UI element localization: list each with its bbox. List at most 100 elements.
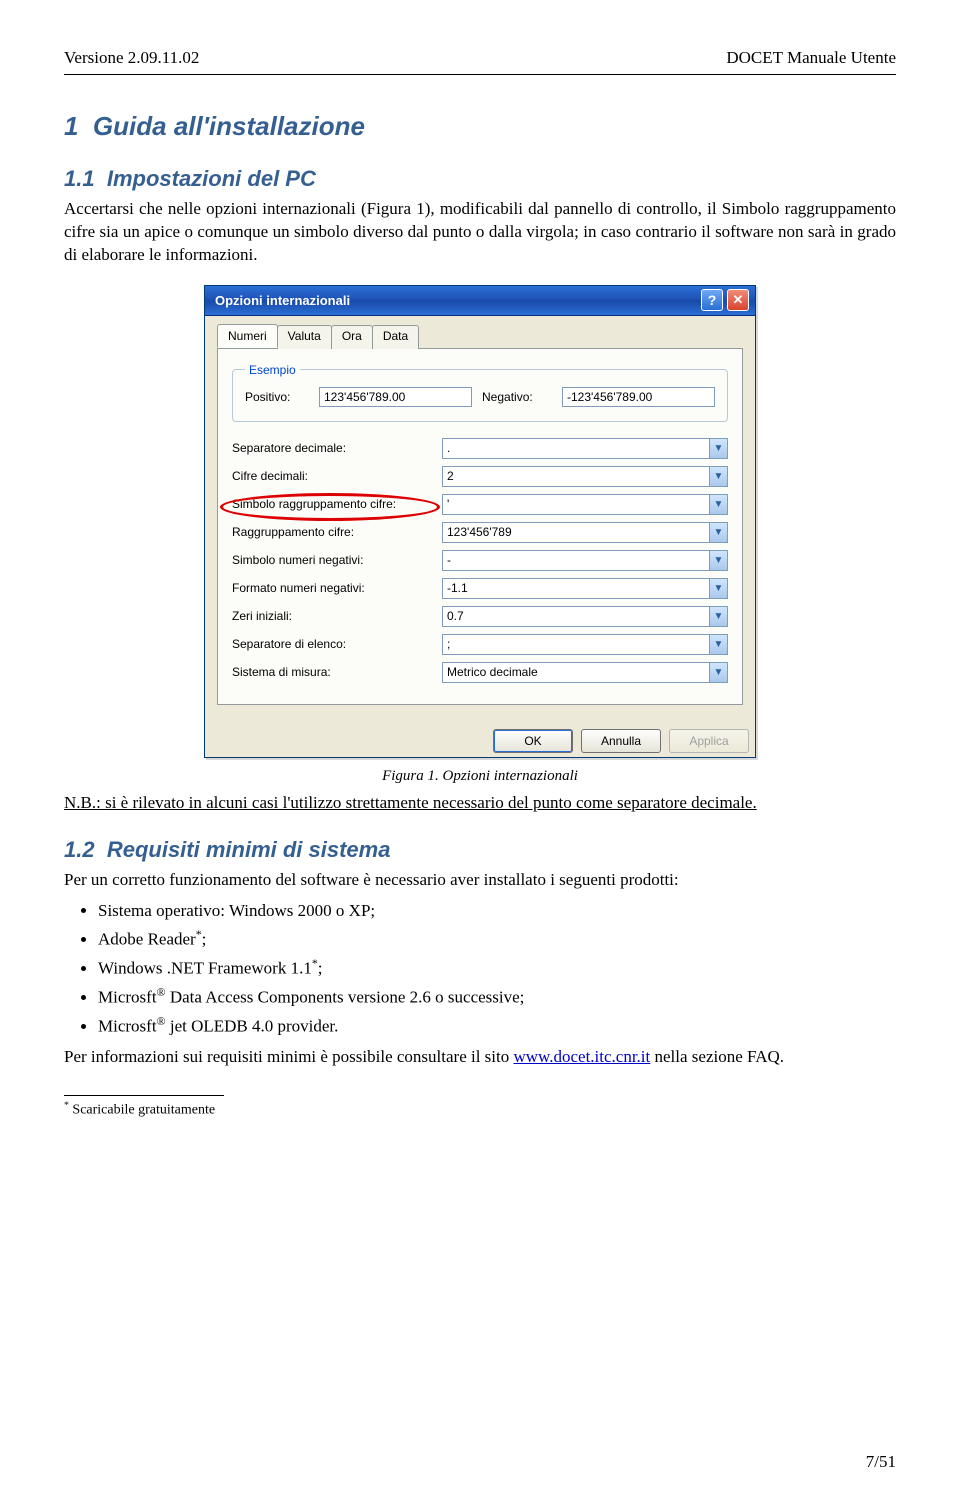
- cancel-button-label: Annulla: [601, 734, 641, 748]
- dialog-button-row: OK Annulla Applica: [205, 717, 755, 757]
- requirements-list: Sistema operativo: Windows 2000 o XP; Ad…: [98, 898, 896, 1040]
- section-1-1-title: Impostazioni del PC: [107, 166, 316, 191]
- row-label: Sistema di misura:: [232, 665, 432, 679]
- tab-numeri-label: Numeri: [228, 329, 267, 343]
- cancel-button[interactable]: Annulla: [581, 729, 661, 753]
- section-1-heading: 1 Guida all'installazione: [64, 111, 896, 142]
- combo-value: ': [443, 495, 709, 514]
- chevron-down-icon[interactable]: ▼: [709, 579, 727, 598]
- footnote-text: Scaricabile gratuitamente: [69, 1103, 215, 1118]
- req-4-reg: ®: [157, 985, 166, 999]
- req-4b: Data Access Components versione 2.6 o su…: [166, 988, 525, 1007]
- row-label: Simbolo raggruppamento cifre:: [232, 497, 432, 511]
- help-icon[interactable]: ?: [701, 289, 723, 311]
- tab-ora[interactable]: Ora: [331, 325, 373, 349]
- row-label: Cifre decimali:: [232, 469, 432, 483]
- combo-value: ;: [443, 635, 709, 654]
- chevron-down-icon[interactable]: ▼: [709, 635, 727, 654]
- row-label: Separatore di elenco:: [232, 637, 432, 651]
- combo-negative-format[interactable]: -1.1 ▼: [442, 578, 728, 599]
- nb-paragraph: N.B.: si è rilevato in alcuni casi l'uti…: [64, 793, 896, 813]
- req-1: Sistema operativo: Windows 2000 o XP;: [98, 901, 375, 920]
- close-icon[interactable]: ✕: [727, 289, 749, 311]
- section-1-2-heading: 1.2 Requisiti minimi di sistema: [64, 837, 896, 863]
- nb-prefix: N.B.:: [64, 793, 105, 812]
- row-label: Raggruppamento cifre:: [232, 525, 432, 539]
- combo-value: .: [443, 439, 709, 458]
- row-list-separator: Separatore di elenco: ; ▼: [232, 634, 728, 655]
- row-label: Separatore decimale:: [232, 441, 432, 455]
- combo-digit-grouping-symbol[interactable]: ' ▼: [442, 494, 728, 515]
- section-1-2-num: 1.2: [64, 837, 95, 862]
- positive-label: Positivo:: [245, 390, 309, 404]
- row-negative-format: Formato numeri negativi: -1.1 ▼: [232, 578, 728, 599]
- negative-value: -123'456'789.00: [562, 387, 715, 407]
- section-1-2-title: Requisiti minimi di sistema: [107, 837, 391, 862]
- row-digit-grouping-symbol: Simbolo raggruppamento cifre: ' ▼: [232, 494, 728, 515]
- list-item: Adobe Reader*;: [98, 925, 896, 953]
- footnote-rule: [64, 1095, 224, 1096]
- combo-value: 0.7: [443, 607, 709, 626]
- section-1-1-para: Accertarsi che nelle opzioni internazion…: [64, 198, 896, 267]
- req-3b: ;: [318, 959, 323, 978]
- combo-value: 2: [443, 467, 709, 486]
- negative-value-text: -123'456'789.00: [567, 390, 652, 404]
- dialog-titlebar[interactable]: Opzioni internazionali ? ✕: [205, 286, 755, 316]
- row-label: Formato numeri negativi:: [232, 581, 432, 595]
- combo-measurement-system[interactable]: Metrico decimale ▼: [442, 662, 728, 683]
- chevron-down-icon[interactable]: ▼: [709, 495, 727, 514]
- req-5a: Microsft: [98, 1017, 157, 1036]
- tab-valuta-label: Valuta: [288, 329, 321, 343]
- header-version: Versione 2.09.11.02: [64, 48, 199, 68]
- section-1-num: 1: [64, 111, 78, 141]
- tab-valuta[interactable]: Valuta: [277, 325, 332, 349]
- section-1-2-tail: Per informazioni sui requisiti minimi è …: [64, 1046, 896, 1069]
- list-item: Microsft® jet OLEDB 4.0 provider.: [98, 1012, 896, 1040]
- list-item: Microsft® Data Access Components version…: [98, 983, 896, 1011]
- req-5b: jet OLEDB 4.0 provider.: [166, 1017, 339, 1036]
- tab-strip: Numeri Valuta Ora Data: [217, 324, 743, 349]
- chevron-down-icon[interactable]: ▼: [709, 551, 727, 570]
- example-legend: Esempio: [245, 363, 300, 377]
- chevron-down-icon[interactable]: ▼: [709, 467, 727, 486]
- tab-data[interactable]: Data: [372, 325, 419, 349]
- combo-decimal-separator[interactable]: . ▼: [442, 438, 728, 459]
- ok-button-label: OK: [524, 734, 541, 748]
- ok-button[interactable]: OK: [493, 729, 573, 753]
- list-item: Sistema operativo: Windows 2000 o XP;: [98, 898, 896, 924]
- req-4a: Microsft: [98, 988, 157, 1007]
- tab-panel: Esempio Positivo: 123'456'789.00 Negativ…: [217, 348, 743, 705]
- combo-value: -1.1: [443, 579, 709, 598]
- chevron-down-icon[interactable]: ▼: [709, 663, 727, 682]
- combo-leading-zeros[interactable]: 0.7 ▼: [442, 606, 728, 627]
- section-1-2-intro: Per un corretto funzionamento del softwa…: [64, 869, 896, 892]
- row-leading-zeros: Zeri iniziali: 0.7 ▼: [232, 606, 728, 627]
- combo-negative-symbol[interactable]: - ▼: [442, 550, 728, 571]
- negative-label: Negativo:: [482, 390, 552, 404]
- docet-link[interactable]: www.docet.itc.cnr.it: [514, 1047, 651, 1066]
- combo-decimal-digits[interactable]: 2 ▼: [442, 466, 728, 487]
- row-negative-symbol: Simbolo numeri negativi: - ▼: [232, 550, 728, 571]
- tab-numeri[interactable]: Numeri: [217, 324, 278, 348]
- page-number: 7/51: [866, 1452, 896, 1472]
- row-label: Simbolo numeri negativi:: [232, 553, 432, 567]
- combo-digit-grouping[interactable]: 123'456'789 ▼: [442, 522, 728, 543]
- combo-list-separator[interactable]: ; ▼: [442, 634, 728, 655]
- xp-regional-options-dialog: Opzioni internazionali ? ✕ Numeri Valuta…: [204, 285, 756, 758]
- row-decimal-separator: Separatore decimale: . ▼: [232, 438, 728, 459]
- req-2a: Adobe Reader: [98, 930, 196, 949]
- chevron-down-icon[interactable]: ▼: [709, 523, 727, 542]
- row-measurement-system: Sistema di misura: Metrico decimale ▼: [232, 662, 728, 683]
- positive-value-text: 123'456'789.00: [324, 390, 405, 404]
- tail-a: Per informazioni sui requisiti minimi è …: [64, 1047, 514, 1066]
- combo-value: Metrico decimale: [443, 663, 709, 682]
- chevron-down-icon[interactable]: ▼: [709, 439, 727, 458]
- req-3a: Windows .NET Framework 1.1: [98, 959, 312, 978]
- row-decimal-digits: Cifre decimali: 2 ▼: [232, 466, 728, 487]
- chevron-down-icon[interactable]: ▼: [709, 607, 727, 626]
- combo-value: 123'456'789: [443, 523, 709, 542]
- dialog-title: Opzioni internazionali: [215, 293, 350, 308]
- row-digit-grouping: Raggruppamento cifre: 123'456'789 ▼: [232, 522, 728, 543]
- req-5-reg: ®: [157, 1014, 166, 1028]
- req-2b: ;: [202, 930, 207, 949]
